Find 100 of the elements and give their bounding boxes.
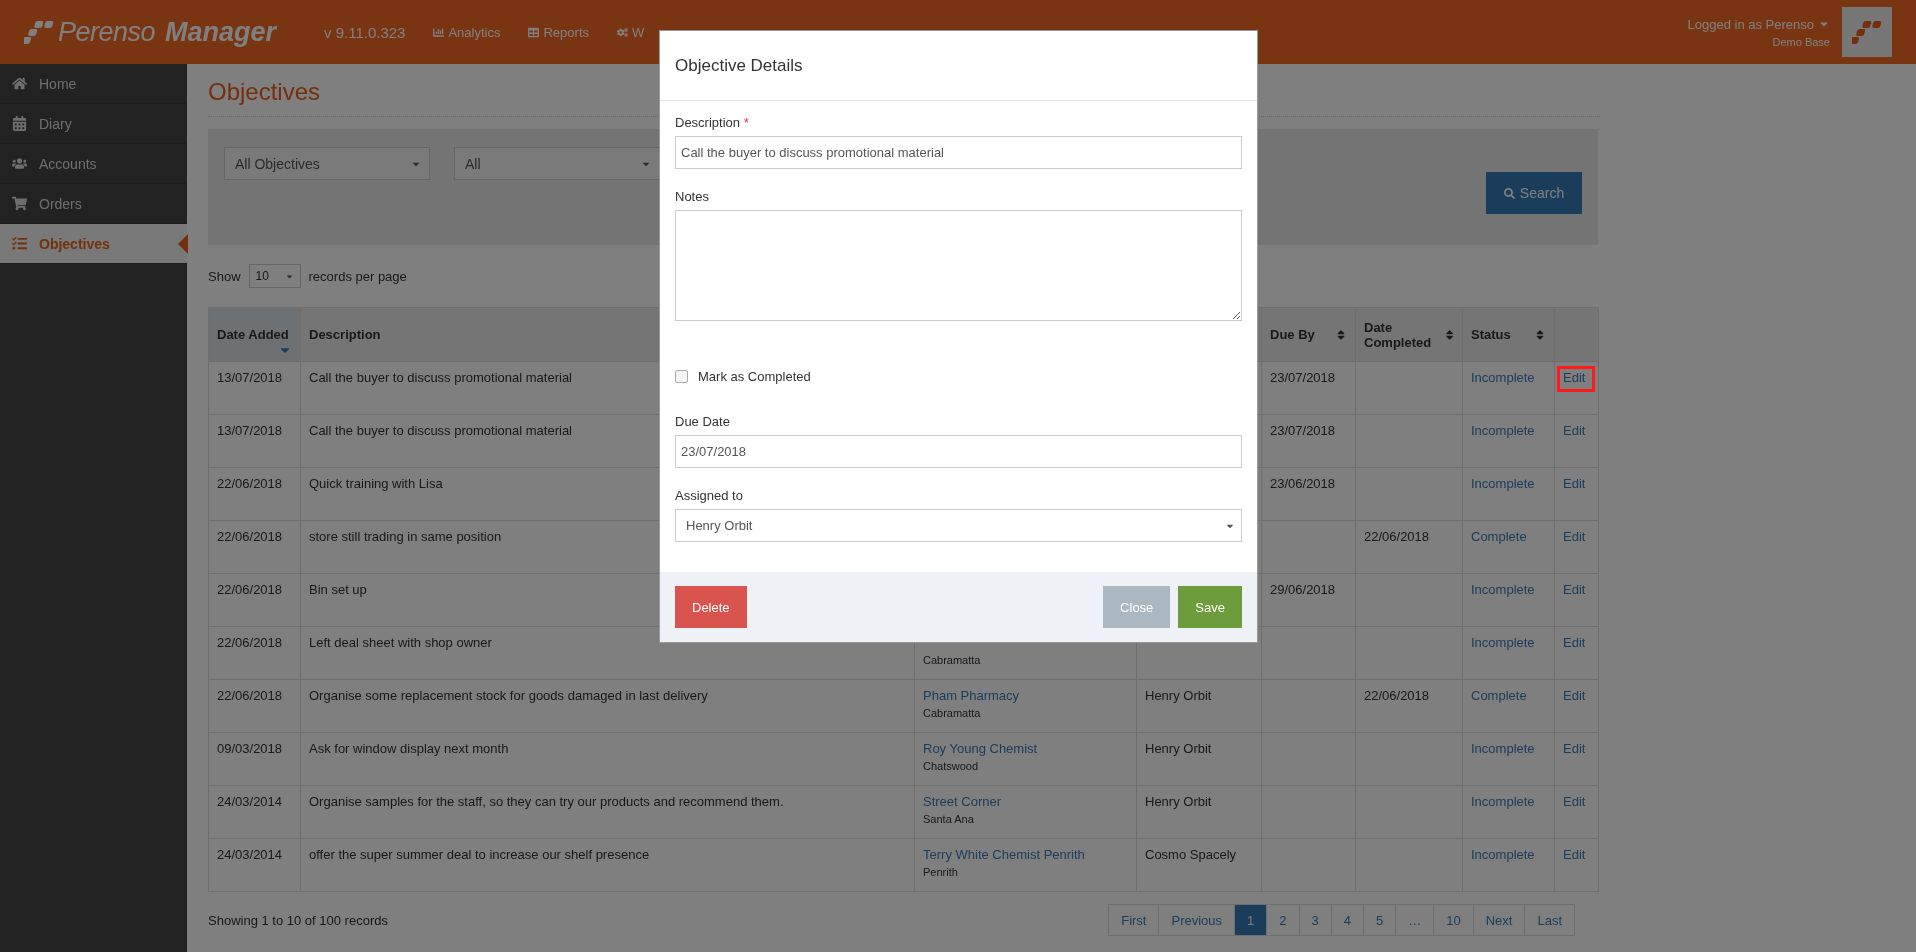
filter-select[interactable]: All	[454, 147, 660, 180]
logo-text: Perenso	[58, 16, 156, 48]
chart-icon	[433, 26, 445, 38]
table-cell: 13/07/2018	[217, 423, 283, 438]
edit-link[interactable]: Edit	[1563, 635, 1586, 650]
nav-link[interactable]: Analytics	[433, 24, 501, 40]
table-cell: Quick training with Lisa	[309, 476, 443, 491]
account-link[interactable]: Street Corner	[923, 794, 1002, 809]
field-label: Due Date	[675, 414, 731, 429]
edit-link[interactable]: Edit	[1563, 476, 1586, 491]
field-label: Description *	[675, 115, 750, 130]
status-link[interactable]: Incomplete	[1471, 635, 1535, 650]
table-cell: Left deal sheet with shop owner	[309, 635, 492, 650]
edit-link[interactable]: Edit	[1563, 688, 1586, 703]
logo-icon	[24, 20, 54, 44]
page-button[interactable]: 10	[1433, 904, 1474, 936]
table-cell: 22/06/2018	[217, 582, 283, 597]
site-label: Demo Base	[1772, 35, 1830, 48]
account-link[interactable]: Roy Young Chemist	[923, 741, 1038, 756]
nav-link[interactable]: W	[617, 24, 645, 40]
account-link[interactable]: Terry White Chemist Penrith	[923, 847, 1085, 862]
show-label: Show	[208, 268, 241, 284]
status-link[interactable]: Complete	[1471, 529, 1527, 544]
cart-icon	[12, 196, 27, 211]
table-cell: Henry Orbit	[1145, 794, 1212, 809]
account-link[interactable]: Pham Pharmacy	[923, 688, 1020, 703]
page-button[interactable]: Previous	[1158, 904, 1236, 936]
account-location: Santa Ana	[923, 813, 975, 825]
field-label: Notes	[675, 189, 710, 204]
page-button[interactable]: 5	[1363, 904, 1397, 936]
gears-icon	[617, 26, 628, 38]
home-icon	[12, 76, 27, 91]
table-icon	[528, 26, 540, 38]
status-link[interactable]: Incomplete	[1471, 794, 1535, 809]
secondary-button[interactable]: Close	[1103, 586, 1171, 628]
checkbox[interactable]	[675, 370, 688, 383]
edit-link[interactable]: Edit	[1563, 741, 1586, 756]
status-link[interactable]: Incomplete	[1471, 423, 1535, 438]
account-location: Penrith	[923, 866, 959, 878]
calendar-icon	[12, 116, 27, 131]
status-link[interactable]: Incomplete	[1471, 582, 1535, 597]
filter-select[interactable]: All Objectives	[224, 147, 430, 180]
status-link[interactable]: Incomplete	[1471, 741, 1535, 756]
column-header[interactable]: Due By	[1270, 327, 1315, 342]
page-button[interactable]: 2	[1266, 904, 1300, 936]
edit-link[interactable]: Edit	[1563, 529, 1586, 544]
edit-link[interactable]: Edit	[1563, 423, 1586, 438]
table-cell: Henry Orbit	[1145, 741, 1212, 756]
table-cell: store still trading in same position	[309, 529, 502, 544]
edit-link[interactable]: Edit	[1563, 370, 1586, 385]
status-link[interactable]: Incomplete	[1471, 370, 1535, 385]
assignee-select[interactable]: Henry Orbit	[675, 509, 1242, 542]
logo-text: Manager	[165, 16, 277, 48]
status-link[interactable]: Incomplete	[1471, 476, 1535, 491]
edit-link[interactable]: Edit	[1563, 582, 1586, 597]
search-button[interactable]: Search	[1486, 172, 1582, 214]
avatar[interactable]	[1842, 7, 1892, 57]
records-info: Showing 1 to 10 of 100 records	[208, 912, 388, 928]
table-cell: 23/07/2018	[1270, 370, 1336, 385]
users-icon	[12, 156, 27, 171]
sidebar-item[interactable]: Objectives	[0, 224, 187, 264]
sort-icon[interactable]	[1534, 328, 1546, 341]
list-icon	[12, 236, 27, 251]
sort-icon[interactable]	[1444, 328, 1454, 341]
primary-button[interactable]: Save	[1178, 586, 1242, 628]
table-cell: 23/06/2018	[1270, 476, 1336, 491]
table-cell: Call the buyer to discuss promotional material	[309, 370, 572, 385]
page-button[interactable]: 3	[1298, 904, 1332, 936]
status-link[interactable]: Incomplete	[1471, 847, 1535, 862]
page-button[interactable]: …	[1395, 904, 1435, 936]
edit-link[interactable]: Edit	[1563, 847, 1586, 862]
active-indicator	[178, 234, 188, 254]
table-cell: offer the super summer deal to increase our shelf presence	[309, 847, 650, 862]
table-cell: 09/03/2018	[217, 741, 283, 756]
danger-button[interactable]: Delete	[675, 586, 747, 628]
column-header[interactable]: Description	[309, 327, 381, 342]
input-field[interactable]: 23/07/2018	[675, 435, 1242, 468]
page-button[interactable]: 4	[1330, 904, 1364, 936]
status-link[interactable]: Complete	[1471, 688, 1527, 703]
table-cell: 22/06/2018	[217, 688, 283, 703]
sort-icon[interactable]	[1335, 328, 1347, 341]
field-label: Assigned to	[675, 488, 744, 503]
account-location: Cabramatta	[923, 654, 982, 666]
nav-link[interactable]: Reports	[528, 24, 589, 40]
input-field[interactable]: Call the buyer to discuss promotional material	[675, 136, 1242, 169]
user-menu[interactable]: Logged in as Perenso	[1687, 16, 1830, 32]
table-cell: 22/06/2018	[1364, 529, 1430, 544]
page-size-select[interactable]: 10	[248, 264, 301, 288]
table-cell: 13/07/2018	[217, 370, 283, 385]
page-button[interactable]: Next	[1472, 904, 1526, 936]
column-header[interactable]: Status	[1471, 327, 1511, 342]
table-cell: 22/06/2018	[1364, 688, 1430, 703]
edit-link[interactable]: Edit	[1563, 794, 1586, 809]
page-button[interactable]: Last	[1524, 904, 1575, 936]
table-cell: 22/06/2018	[217, 476, 283, 491]
page-button[interactable]: 1	[1234, 904, 1268, 936]
table-cell: Ask for window display next month	[309, 741, 509, 756]
page-button[interactable]: First	[1108, 904, 1160, 936]
account-location: Cabramatta	[923, 707, 982, 719]
notes-field[interactable]	[675, 210, 1242, 321]
